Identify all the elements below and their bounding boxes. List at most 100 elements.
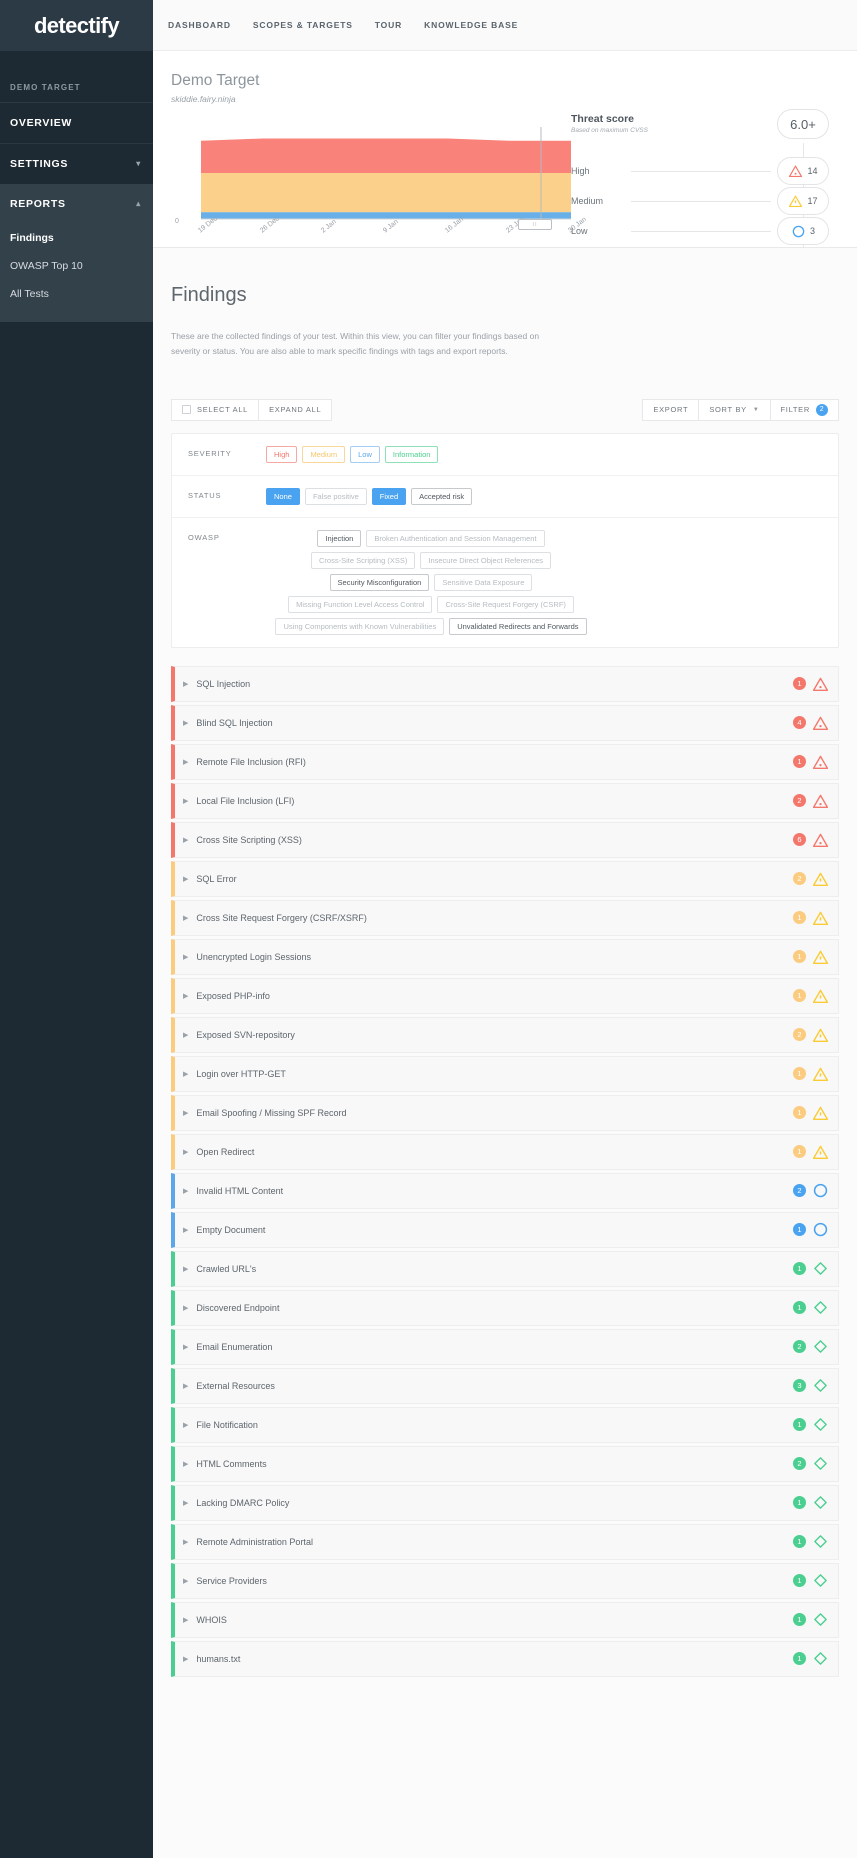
sort-by-label: SORT BY — [709, 405, 747, 415]
chevron-right-icon: ▶ — [183, 1499, 189, 1507]
finding-row[interactable]: ▶ Email Spoofing / Missing SPF Record 1 — [171, 1094, 839, 1131]
filter-label: FILTER — [780, 405, 810, 415]
finding-row[interactable]: ▶ Empty Document 1 — [171, 1211, 839, 1248]
owasp-chip[interactable]: Broken Authentication and Session Manage… — [366, 529, 545, 547]
finding-row[interactable]: ▶ Exposed SVN-repository 2 — [171, 1016, 839, 1053]
severity-chip[interactable]: Medium — [302, 445, 346, 463]
sidebar-item-overview[interactable]: OVERVIEW — [0, 103, 153, 143]
toolbar-right-group: EXPORT SORT BY ▼ FILTER 2 — [642, 398, 839, 421]
triangle-alert-icon — [813, 793, 828, 808]
sidebar-item-reports[interactable]: REPORTS ▴ — [0, 184, 153, 224]
select-all-checkbox[interactable] — [182, 405, 191, 415]
finding-row[interactable]: ▶ humans.txt 1 — [171, 1640, 839, 1677]
severity-chip[interactable]: High — [266, 445, 298, 463]
finding-row[interactable]: ▶ File Notification 1 — [171, 1406, 839, 1443]
sidebar-item-all-tests[interactable]: All Tests — [0, 280, 153, 308]
diamond-icon — [813, 1495, 828, 1510]
finding-row[interactable]: ▶ Remote File Inclusion (RFI) 1 — [171, 743, 839, 780]
owasp-chip-group: Injection Broken Authentication and Sessi… — [266, 529, 596, 635]
finding-row[interactable]: ▶ Lacking DMARC Policy 1 — [171, 1484, 839, 1521]
nav-link-knowledge-base[interactable]: KNOWLEDGE BASE — [424, 20, 518, 30]
finding-row[interactable]: ▶ Local File Inclusion (LFI) 2 — [171, 782, 839, 819]
owasp-chip[interactable]: Security Misconfiguration — [329, 573, 430, 591]
finding-count-badge: 1 — [793, 1613, 806, 1627]
finding-row[interactable]: ▶ Crawled URL's 1 — [171, 1250, 839, 1287]
finding-row[interactable]: ▶ Open Redirect 1 — [171, 1133, 839, 1170]
sidebar: detectify DEMO TARGET OVERVIEW SETTINGS … — [0, 0, 153, 1858]
finding-row[interactable]: ▶ Remote Administration Portal 1 — [171, 1523, 839, 1560]
severity-chip[interactable]: Information — [384, 445, 439, 463]
finding-row[interactable]: ▶ Invalid HTML Content 2 — [171, 1172, 839, 1209]
chart-scrub-handle[interactable]: ∶∶ — [518, 219, 552, 230]
threat-row-count: 17 — [807, 196, 818, 206]
owasp-chip[interactable]: Cross-Site Request Forgery (CSRF) — [437, 595, 574, 613]
finding-row[interactable]: ▶ Blind SQL Injection 4 — [171, 704, 839, 741]
chart-area-high — [201, 138, 571, 173]
finding-row[interactable]: ▶ Unencrypted Login Sessions 1 — [171, 938, 839, 975]
finding-row[interactable]: ▶ SQL Error 2 — [171, 860, 839, 897]
target-header-panel: Demo Target skiddie.fairy.ninja 0 19 Dec… — [153, 51, 857, 271]
status-chip[interactable]: Accepted risk — [411, 487, 473, 505]
diamond-icon — [813, 1300, 828, 1315]
select-all-button[interactable]: SELECT ALL — [171, 398, 260, 421]
finding-count-badge: 2 — [793, 872, 806, 886]
chevron-right-icon: ▶ — [183, 953, 189, 961]
threat-row-low[interactable]: Low 3 — [571, 216, 841, 246]
owasp-chip[interactable]: Sensitive Data Exposure — [434, 573, 533, 591]
diamond-icon — [813, 1651, 828, 1666]
triangle-alert-icon — [813, 676, 828, 691]
chevron-right-icon: ▶ — [183, 875, 189, 883]
sidebar-item-findings[interactable]: Findings — [0, 224, 153, 252]
finding-row[interactable]: ▶ External Resources 3 — [171, 1367, 839, 1404]
sidebar-item-owasp-top-10[interactable]: OWASP Top 10 — [0, 252, 153, 280]
finding-row[interactable]: ▶ Discovered Endpoint 1 — [171, 1289, 839, 1326]
finding-row[interactable]: ▶ Service Providers 1 — [171, 1562, 839, 1599]
findings-section: Findings These are the collected finding… — [153, 248, 857, 1858]
circle-icon — [813, 1222, 828, 1237]
owasp-chip[interactable]: Missing Function Level Access Control — [288, 595, 433, 613]
nav-link-tour[interactable]: TOUR — [375, 20, 402, 30]
finding-count-badge: 1 — [793, 989, 806, 1003]
sort-by-button[interactable]: SORT BY ▼ — [699, 398, 771, 421]
filter-button[interactable]: FILTER 2 — [770, 398, 839, 421]
finding-row[interactable]: ▶ Cross Site Scripting (XSS) 6 — [171, 821, 839, 858]
finding-row[interactable]: ▶ Login over HTTP-GET 1 — [171, 1055, 839, 1092]
threat-row-high[interactable]: High 14 — [571, 156, 841, 186]
finding-name: Empty Document — [196, 1224, 266, 1235]
finding-name: Unencrypted Login Sessions — [196, 951, 311, 962]
brand-logo[interactable]: detectify — [0, 0, 153, 51]
status-chip[interactable]: False positive — [304, 487, 367, 505]
leader-line — [631, 230, 771, 232]
finding-name: Remote File Inclusion (RFI) — [196, 756, 306, 767]
triangle-alert-icon — [788, 164, 803, 179]
chart-svg — [201, 127, 571, 220]
export-button[interactable]: EXPORT — [642, 398, 700, 421]
finding-count-badge: 1 — [793, 950, 806, 964]
finding-row[interactable]: ▶ Exposed PHP-info 1 — [171, 977, 839, 1014]
owasp-chip[interactable]: Insecure Direct Object References — [420, 551, 551, 569]
finding-row[interactable]: ▶ HTML Comments 2 — [171, 1445, 839, 1482]
owasp-chip[interactable]: Injection — [317, 529, 362, 547]
severity-chip[interactable]: Low — [350, 445, 380, 463]
chevron-right-icon: ▶ — [183, 1577, 189, 1585]
threat-row-medium[interactable]: Medium 17 — [571, 186, 841, 216]
finding-row[interactable]: ▶ SQL Injection 1 — [171, 665, 839, 702]
expand-all-button[interactable]: EXPAND ALL — [259, 398, 333, 421]
status-chip[interactable]: None — [266, 487, 300, 505]
circle-icon — [813, 1183, 828, 1198]
sidebar-item-label: SETTINGS — [10, 158, 69, 170]
sidebar-item-settings[interactable]: SETTINGS ▾ — [0, 144, 153, 184]
status-chip[interactable]: Fixed — [371, 487, 407, 505]
nav-link-scopes-targets[interactable]: SCOPES & TARGETS — [253, 20, 353, 30]
owasp-chip[interactable]: Using Components with Known Vulnerabilit… — [275, 617, 445, 635]
finding-row[interactable]: ▶ WHOIS 1 — [171, 1601, 839, 1638]
owasp-chip[interactable]: Cross-Site Scripting (XSS) — [311, 551, 416, 569]
finding-count-badge: 2 — [793, 1340, 806, 1354]
triangle-alert-icon — [813, 715, 828, 730]
finding-row[interactable]: ▶ Cross Site Request Forgery (CSRF/XSRF) 1 — [171, 899, 839, 936]
owasp-chip[interactable]: Unvalidated Redirects and Forwards — [449, 617, 587, 635]
finding-row[interactable]: ▶ Email Enumeration 2 — [171, 1328, 839, 1365]
finding-count-badge: 1 — [793, 911, 806, 925]
chevron-right-icon: ▶ — [183, 1421, 189, 1429]
nav-link-dashboard[interactable]: DASHBOARD — [168, 20, 231, 30]
